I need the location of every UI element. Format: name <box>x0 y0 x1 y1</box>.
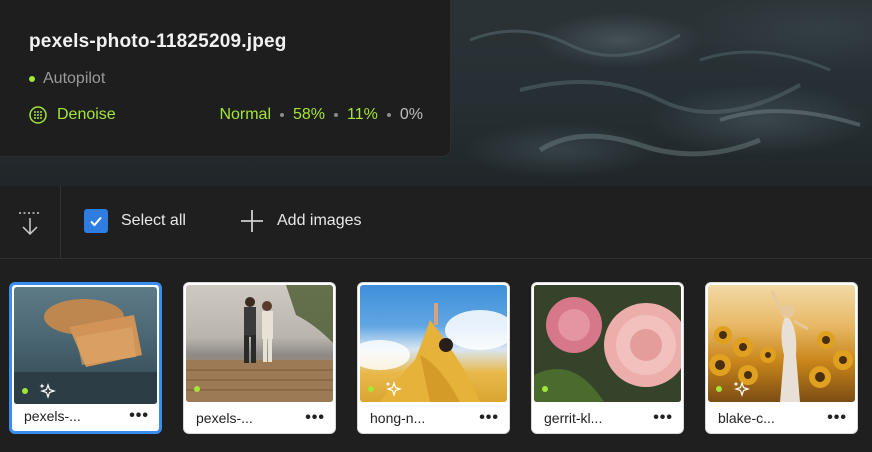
thumbnail-filename: hong-n... <box>370 409 426 426</box>
checkmark-icon <box>90 216 102 227</box>
thumbnail-card[interactable]: pexels-... ••• <box>9 282 162 434</box>
more-options-icon[interactable]: ••• <box>305 409 325 427</box>
file-title: pexels-photo-11825209.jpeg <box>29 31 287 52</box>
enhancement-name: Denoise <box>57 106 116 123</box>
status-dot-icon <box>368 385 374 392</box>
sparkle-icon <box>39 382 56 399</box>
roses-artwork <box>534 285 681 402</box>
thumbnail-filename: pexels-... <box>196 409 253 426</box>
status-badge <box>186 375 200 402</box>
select-all-label: Select all <box>121 212 186 229</box>
enhancement-level: Normal <box>219 106 271 123</box>
select-all-control[interactable]: Select all <box>84 209 186 233</box>
separator-dot <box>280 113 284 117</box>
status-dot-icon <box>22 387 28 394</box>
app-window: pexels-photo-11825209.jpeg Autopilot Den… <box>0 0 872 452</box>
enhancement-value-3: 0% <box>399 106 423 123</box>
status-badge <box>534 375 548 402</box>
enhancement-value-2: 11% <box>347 106 378 123</box>
status-dot-icon <box>716 385 722 392</box>
plus-icon <box>241 210 263 232</box>
sort-down-icon <box>19 211 41 235</box>
mode-label: Autopilot <box>43 70 106 87</box>
status-badge <box>360 375 402 402</box>
enhancement-stats: Normal 58% 11% 0% <box>219 106 423 124</box>
thumbnail-card[interactable]: pexels-... ••• <box>183 282 336 434</box>
sparkle-icon <box>733 380 750 397</box>
enhancement-row: Denoise Normal 58% 11% 0% <box>29 106 423 124</box>
separator-dot <box>334 113 339 117</box>
add-images-label: Add images <box>277 212 362 229</box>
thumbnail-caption: hong-n... ••• <box>358 402 509 433</box>
sort-button[interactable] <box>0 186 61 259</box>
thumbnail-card[interactable]: gerrit-kl... ••• <box>531 282 684 434</box>
more-options-icon[interactable]: ••• <box>653 409 673 427</box>
thumbnail-card[interactable]: hong-n... ••• <box>357 282 510 434</box>
thumbnail-filename: gerrit-kl... <box>544 409 603 426</box>
thumbnail-filename: blake-c... <box>718 409 775 426</box>
sparkle-icon <box>385 380 402 397</box>
add-images-button[interactable]: Add images <box>240 209 362 233</box>
status-dot-icon <box>194 385 200 392</box>
more-options-icon[interactable]: ••• <box>129 407 149 425</box>
image-info-panel: pexels-photo-11825209.jpeg Autopilot Den… <box>0 0 451 157</box>
thumbnail-filename: pexels-... <box>24 407 81 424</box>
thumbnail-image <box>186 285 333 402</box>
couple-walking-artwork <box>186 285 333 402</box>
thumbnail-caption: blake-c... ••• <box>706 402 857 433</box>
thumbnail-card[interactable]: blake-c... ••• <box>705 282 858 434</box>
status-dot-icon <box>542 385 548 392</box>
thumbnail-image <box>534 285 681 402</box>
separator-dot <box>386 113 391 117</box>
thumbnail-caption: pexels-... ••• <box>12 400 159 431</box>
enhancement-value-1: 58% <box>293 106 326 123</box>
select-all-checkbox[interactable] <box>84 209 108 233</box>
toolbar: Select all Add images <box>0 186 872 259</box>
status-dot-icon <box>29 76 35 82</box>
more-options-icon[interactable]: ••• <box>479 409 499 427</box>
more-options-icon[interactable]: ••• <box>827 409 847 427</box>
denoise-icon <box>29 106 47 124</box>
thumbnail-caption: gerrit-kl... ••• <box>532 402 683 433</box>
thumbnail-caption: pexels-... ••• <box>184 402 335 433</box>
mode-row: Autopilot <box>29 70 105 88</box>
thumbnail-strip: pexels-... ••• pexels-... ••• hong-n... … <box>0 260 872 452</box>
status-badge <box>708 375 750 402</box>
